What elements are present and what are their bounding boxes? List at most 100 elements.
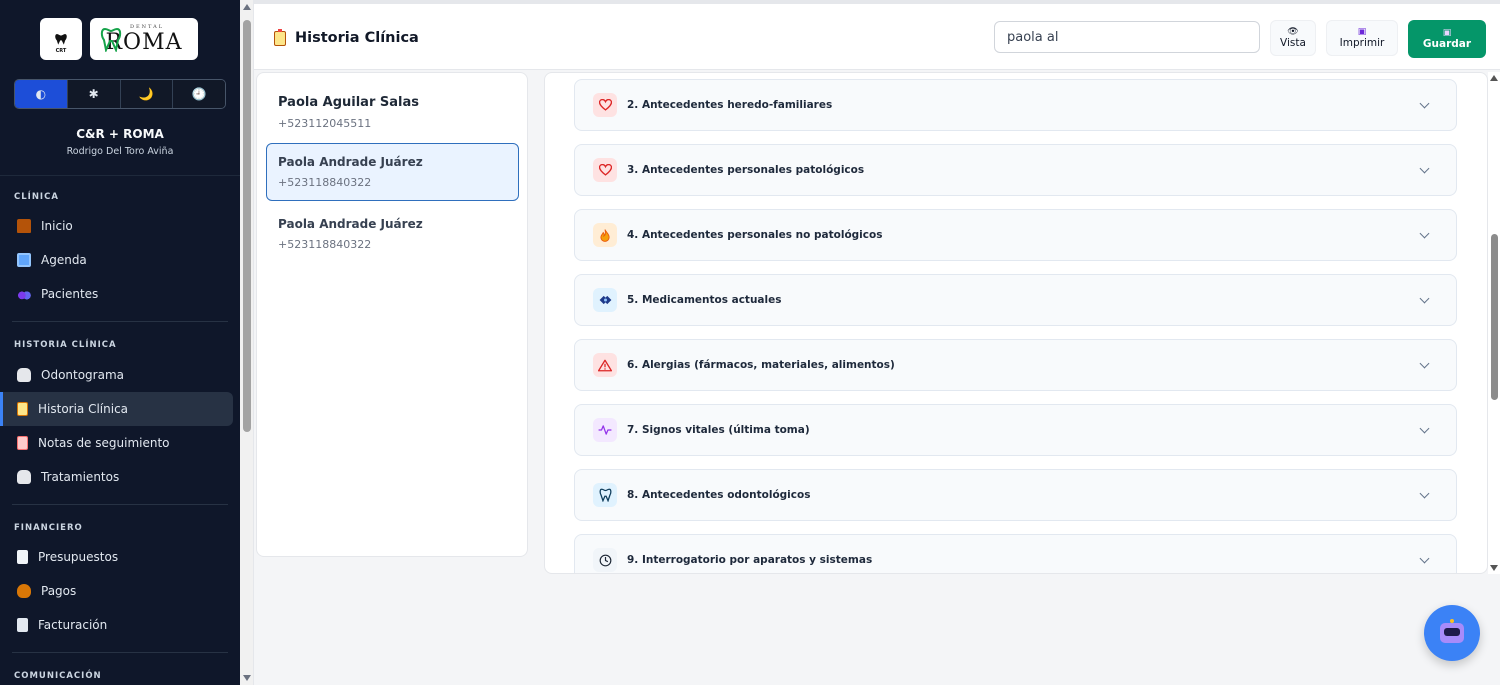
scroll-up-arrow-icon[interactable]: [1490, 75, 1498, 81]
tooth-icon: [593, 483, 617, 507]
section-antecedentes-odontologicos[interactable]: 8. Antecedentes odontológicos: [574, 469, 1457, 521]
sidebar-item-label: Historia Clínica: [38, 402, 129, 416]
clipboard-icon: [274, 28, 286, 46]
assistant-bot-button[interactable]: [1424, 605, 1480, 661]
scroll-down-arrow-icon[interactable]: [1490, 565, 1498, 571]
clipboard-icon: [17, 402, 28, 416]
clinic-logo-roma: DENTAL ROMA: [90, 18, 198, 60]
warning-icon: [593, 353, 617, 377]
theme-light-option[interactable]: ✱: [67, 80, 121, 108]
user-name: Rodrigo Del Toro Aviña: [66, 146, 174, 157]
heart-icon: [593, 93, 617, 117]
patient-name: Paola Andrade Juárez: [278, 217, 423, 231]
nav-separator: [12, 321, 228, 322]
scroll-thumb[interactable]: [243, 20, 251, 432]
section-antecedentes-heredo-familiares[interactable]: 2. Antecedentes heredo-familiares: [574, 79, 1457, 131]
scroll-down-arrow-icon[interactable]: [243, 675, 251, 681]
sidebar-item-notas[interactable]: Notas de seguimiento: [0, 426, 233, 460]
logo-small-text: CRT: [55, 48, 67, 54]
sidebar-item-label: Odontograma: [41, 368, 125, 382]
section-title: 3. Antecedentes personales patológicos: [627, 164, 865, 176]
sun-icon: ✱: [88, 87, 99, 101]
logo-area: CRT DENTAL ROMA: [0, 0, 240, 60]
page-title: Historia Clínica: [274, 28, 419, 46]
sidebar-item-label: Pagos: [41, 584, 77, 598]
scroll-up-arrow-icon[interactable]: [243, 4, 251, 10]
nav-section-historia: HISTORIA CLÍNICA: [14, 340, 117, 350]
patient-phone: +523112045511: [278, 117, 372, 130]
money-bag-icon: [17, 584, 31, 598]
sidebar-divider: [0, 175, 240, 176]
theme-toggle: ◐ ✱ 🌙 🕘: [14, 79, 226, 109]
chevron-down-icon[interactable]: [1419, 553, 1430, 563]
section-signos-vitales[interactable]: 7. Signos vitales (última toma): [574, 404, 1457, 456]
clock-icon: [593, 548, 617, 572]
chevron-down-icon[interactable]: [1419, 488, 1430, 498]
chevron-down-icon[interactable]: [1419, 98, 1430, 108]
patient-result-item[interactable]: Paola Aguilar Salas +523112045511: [266, 83, 519, 141]
sidebar-item-label: Notas de seguimiento: [38, 436, 170, 450]
section-title: 2. Antecedentes heredo-familiares: [627, 99, 833, 111]
sections-scrollbar[interactable]: [1488, 72, 1500, 574]
theme-contrast-option[interactable]: ◐: [15, 80, 68, 108]
tooth-icon: [17, 368, 31, 382]
patient-phone: +523118840322: [278, 176, 372, 189]
pill-icon: [593, 288, 617, 312]
sidebar-item-odontograma[interactable]: Odontograma: [0, 358, 233, 392]
theme-dark-option[interactable]: 🌙: [120, 80, 174, 108]
clinical-history-sections: 2. Antecedentes heredo-familiares 3. Ant…: [544, 72, 1488, 574]
section-antecedentes-no-patologicos[interactable]: 4. Antecedentes personales no patológico…: [574, 209, 1457, 261]
sidebar-item-label: Pacientes: [41, 287, 99, 301]
sidebar-item-label: Agenda: [41, 253, 87, 267]
scroll-thumb[interactable]: [1491, 234, 1498, 400]
org-name: C&R + ROMA: [76, 127, 164, 141]
guardar-button[interactable]: ▣ Guardar: [1408, 20, 1486, 58]
sidebar-item-inicio[interactable]: Inicio: [0, 209, 233, 243]
section-medicamentos-actuales[interactable]: 5. Medicamentos actuales: [574, 274, 1457, 326]
imprimir-button[interactable]: ▣ Imprimir: [1326, 20, 1398, 56]
patient-result-item-selected[interactable]: Paola Andrade Juárez +523118840322: [266, 143, 519, 201]
theme-auto-option[interactable]: 🕘: [173, 80, 225, 108]
patient-phone: +523118840322: [278, 238, 372, 251]
robot-icon: [1440, 619, 1464, 643]
section-title: 4. Antecedentes personales no patológico…: [627, 229, 883, 241]
chevron-down-icon[interactable]: [1419, 358, 1430, 368]
sidebar-item-pacientes[interactable]: Pacientes: [0, 277, 233, 311]
chevron-down-icon[interactable]: [1419, 293, 1430, 303]
flame-icon: [593, 223, 617, 247]
patient-result-item[interactable]: Paola Andrade Juárez +523118840322: [266, 205, 519, 263]
sidebar-item-pagos[interactable]: Pagos: [0, 574, 233, 608]
note-icon: [17, 436, 28, 450]
sidebar-item-agenda[interactable]: Agenda: [0, 243, 233, 277]
sidebar-item-historia-clinica[interactable]: Historia Clínica: [0, 392, 233, 426]
page-scrollbar[interactable]: [240, 0, 254, 685]
sidebar-item-label: Facturación: [38, 618, 108, 632]
patient-name: Paola Andrade Juárez: [278, 155, 423, 169]
chevron-down-icon[interactable]: [1419, 228, 1430, 238]
section-title: 5. Medicamentos actuales: [627, 294, 782, 306]
patient-results-list: Paola Aguilar Salas +523112045511 Paola …: [256, 72, 528, 557]
sidebar-item-label: Presupuestos: [38, 550, 119, 564]
chevron-down-icon[interactable]: [1419, 423, 1430, 433]
sidebar-item-label: Inicio: [41, 219, 73, 233]
clinic-logo-small: CRT: [40, 18, 82, 60]
printer-icon: ▣: [1357, 27, 1367, 37]
sidebar-item-presupuestos[interactable]: Presupuestos: [0, 540, 233, 574]
sidebar: CRT DENTAL ROMA ◐ ✱ 🌙 🕘 C&R + ROMA Rodri…: [0, 0, 240, 685]
vista-button[interactable]: 👁 Vista: [1270, 20, 1316, 56]
tooth-logo-icon: [55, 34, 67, 45]
patient-name: Paola Aguilar Salas: [278, 95, 419, 110]
section-interrogatorio[interactable]: 9. Interrogatorio por aparatos y sistema…: [574, 534, 1457, 573]
page-title-text: Historia Clínica: [295, 30, 419, 46]
chevron-down-icon[interactable]: [1419, 163, 1430, 173]
sidebar-item-facturacion[interactable]: Facturación: [0, 608, 233, 642]
section-title: 8. Antecedentes odontológicos: [627, 489, 811, 501]
contrast-icon: ◐: [35, 87, 47, 101]
section-antecedentes-personales-patologicos[interactable]: 3. Antecedentes personales patológicos: [574, 144, 1457, 196]
vista-button-label: Vista: [1280, 37, 1306, 49]
patient-search-input[interactable]: [994, 21, 1260, 53]
clock-icon: 🕘: [191, 87, 207, 101]
section-alergias[interactable]: 6. Alergias (fármacos, materiales, alime…: [574, 339, 1457, 391]
sidebar-item-tratamientos[interactable]: Tratamientos: [0, 460, 233, 494]
nav-section-comunicacion: COMUNICACIÓN: [14, 671, 102, 681]
